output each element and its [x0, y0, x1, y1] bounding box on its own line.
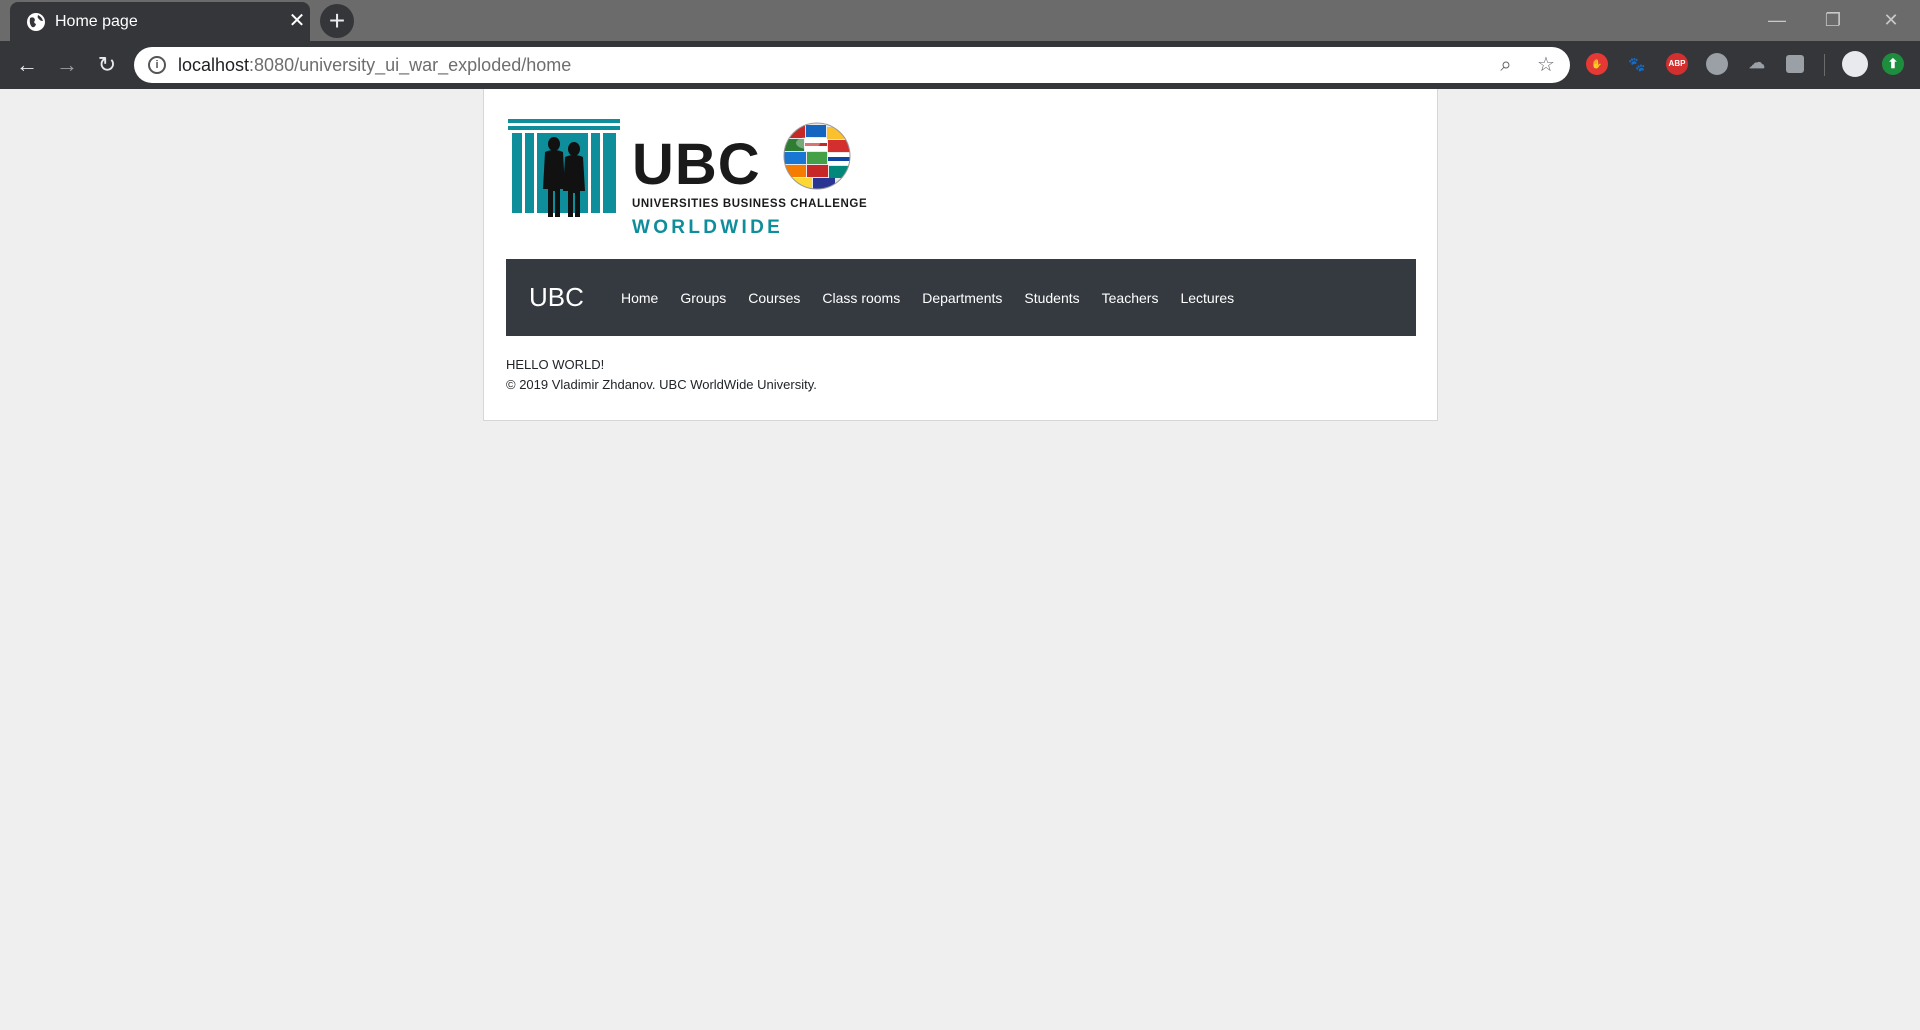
nav-link-lectures[interactable]: Lectures — [1180, 290, 1234, 306]
flag-globe-icon — [783, 122, 851, 190]
nav-link-teachers[interactable]: Teachers — [1102, 290, 1159, 306]
nav-link-students[interactable]: Students — [1024, 290, 1079, 306]
reload-icon[interactable]: ↻ — [93, 51, 121, 79]
browser-toolbar: ← → ↻ i localhost:8080/university_ui_war… — [0, 41, 1920, 89]
pillars-logo-icon — [508, 119, 620, 217]
translate-icon[interactable] — [1786, 55, 1804, 73]
cloud-icon[interactable]: ☁ — [1746, 53, 1768, 75]
logo-subtitle: UNIVERSITIES BUSINESS CHALLENGE — [632, 198, 868, 210]
logo-title: UBC — [632, 132, 761, 197]
footer-copyright: © 2019 Vladimir Zhdanov. UBC WorldWide U… — [506, 377, 817, 392]
logo-tagline: WORLDWIDE — [632, 217, 784, 238]
hand-icon[interactable]: ✋ — [1586, 53, 1608, 75]
close-window-icon[interactable]: ✕ — [1876, 8, 1906, 32]
back-icon[interactable]: ← — [13, 51, 41, 79]
minimize-icon[interactable]: — — [1762, 8, 1792, 32]
ubc-logo[interactable]: UBC UNIVERSITIES BUSINESS CHALLENGE WORL… — [508, 119, 868, 238]
paw-icon[interactable]: 🐾 — [1626, 53, 1648, 75]
main-navbar: UBC Home Groups Courses Class rooms Depa… — [506, 259, 1416, 336]
address-bar[interactable]: i localhost:8080/university_ui_war_explo… — [134, 47, 1570, 83]
adblock-icon[interactable]: ABP — [1666, 53, 1688, 75]
nav-link-courses[interactable]: Courses — [748, 290, 800, 306]
greeting-text: HELLO WORLD! — [506, 357, 605, 372]
upload-icon[interactable]: ⬆ — [1882, 53, 1904, 75]
url-host: localhost — [178, 55, 250, 75]
browser-tabstrip: Home page ✕ + — ❐ ✕ — [0, 0, 1920, 41]
navbar-brand[interactable]: UBC — [529, 282, 584, 313]
new-tab-button[interactable]: + — [320, 4, 354, 38]
globe-icon — [27, 13, 45, 31]
nav-link-departments[interactable]: Departments — [922, 290, 1002, 306]
restore-icon[interactable]: ❐ — [1818, 8, 1848, 32]
navbar-links: Home Groups Courses Class rooms Departme… — [621, 259, 1256, 336]
bookmark-star-icon[interactable]: ☆ — [1534, 53, 1558, 77]
globe-extension-icon[interactable] — [1706, 53, 1728, 75]
page-viewport: UBC UNIVERSITIES BUSINESS CHALLENGE WORL… — [0, 89, 1920, 1030]
nav-link-groups[interactable]: Groups — [680, 290, 726, 306]
nav-link-class-rooms[interactable]: Class rooms — [822, 290, 900, 306]
close-tab-icon[interactable]: ✕ — [286, 10, 308, 32]
url-path: :8080/university_ui_war_exploded/home — [249, 55, 572, 75]
tab-title: Home page — [55, 13, 138, 30]
page-container: UBC UNIVERSITIES BUSINESS CHALLENGE WORL… — [483, 89, 1438, 421]
info-icon[interactable]: i — [148, 56, 166, 74]
forward-icon[interactable]: → — [53, 51, 81, 79]
browser-tab[interactable]: Home page ✕ — [10, 2, 310, 41]
zoom-icon[interactable]: ⌕ — [1494, 53, 1518, 77]
nav-link-home[interactable]: Home — [621, 290, 658, 306]
url-text[interactable]: localhost:8080/university_ui_war_explode… — [178, 55, 571, 76]
profile-avatar[interactable] — [1842, 51, 1868, 77]
toolbar-divider — [1824, 54, 1825, 76]
